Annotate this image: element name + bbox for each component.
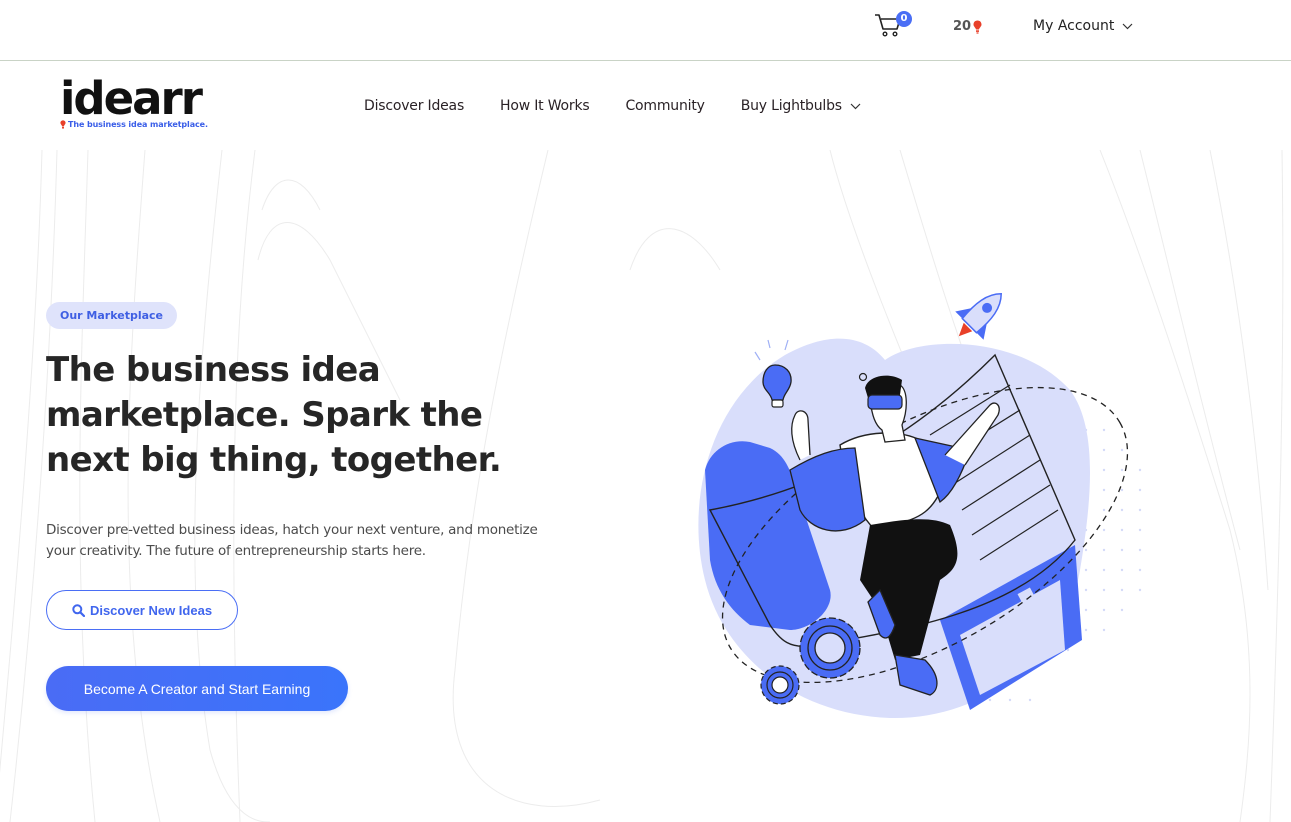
nav-label: How It Works (500, 98, 590, 114)
nav-buy-lightbulbs[interactable]: Buy Lightbulbs (741, 98, 861, 114)
gear-icon-small (760, 665, 800, 705)
lightbulb-count: 20 (953, 19, 972, 34)
logo-tagline-text: The business idea marketplace. (68, 120, 208, 129)
my-account-menu[interactable]: My Account (1033, 18, 1133, 34)
logo-wordmark: idearr (60, 72, 203, 125)
chevron-down-icon (1122, 23, 1133, 29)
rocket-icon (955, 293, 1002, 340)
our-marketplace-badge: Our Marketplace (46, 302, 178, 329)
become-creator-button[interactable]: Become A Creator and Start Earning (46, 666, 348, 711)
nav-how-it-works[interactable]: How It Works (500, 98, 590, 114)
lightbulb-icon (60, 120, 66, 129)
gear-icon-large (799, 617, 861, 679)
hero-illustration (698, 293, 1142, 719)
chevron-down-icon (850, 103, 861, 109)
cart-count-badge: 0 (896, 11, 912, 27)
discover-new-ideas-button[interactable]: Discover New Ideas (46, 590, 238, 630)
vr-headset (867, 394, 903, 410)
my-account-label: My Account (1033, 18, 1115, 34)
idearr-logo[interactable]: idearr The business idea marketplace. (60, 76, 220, 136)
hero-subtext: Discover pre-vetted business ideas, hatc… (46, 522, 538, 559)
nav-label: Discover Ideas (364, 98, 465, 114)
lightbulb-balance[interactable]: 20 (953, 19, 982, 34)
cart-button[interactable]: 0 (874, 10, 914, 42)
hero-headline: The business idea marketplace. Spark the… (46, 350, 502, 480)
lightbulb-icon (973, 20, 982, 34)
nav-community[interactable]: Community (625, 98, 704, 114)
logo-tagline: The business idea marketplace. (60, 120, 220, 129)
main-nav: Discover Ideas How It Works Community Bu… (364, 98, 861, 114)
nav-label: Community (625, 98, 705, 114)
discover-new-ideas-label: Discover New Ideas (89, 602, 213, 618)
nav-label: Buy Lightbulbs (740, 98, 842, 114)
nav-discover-ideas[interactable]: Discover Ideas (364, 98, 464, 114)
become-creator-label: Become A Creator and Start Earning (83, 680, 311, 697)
top-utility-bar: 0 20 My Account (0, 0, 1291, 61)
search-icon (72, 603, 85, 617)
